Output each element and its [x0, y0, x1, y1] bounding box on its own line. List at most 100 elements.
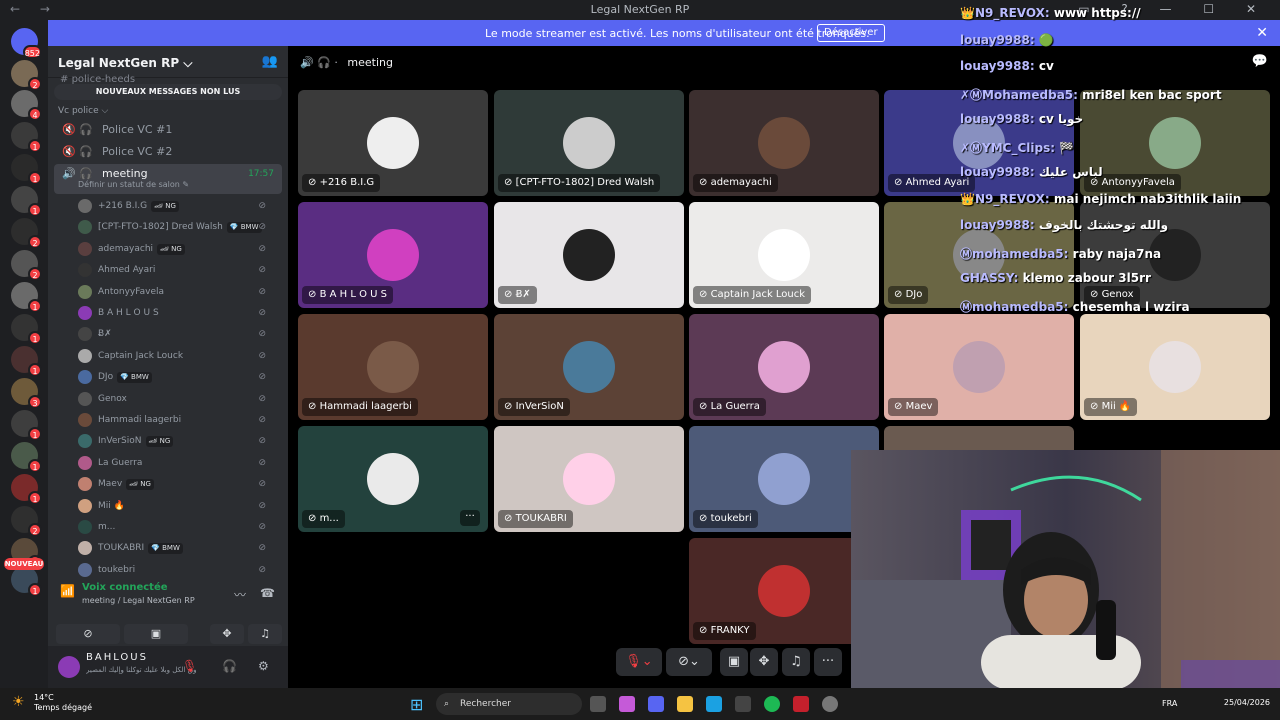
- activities-button[interactable]: ✥: [210, 624, 244, 644]
- server-icon[interactable]: 1: [11, 186, 42, 217]
- server-icon[interactable]: 1: [11, 410, 42, 441]
- server-icon[interactable]: 1: [11, 442, 42, 473]
- windows-start-icon[interactable]: ⊞: [410, 695, 423, 714]
- server-icon[interactable]: 4: [11, 90, 42, 121]
- avatar: [78, 327, 92, 342]
- member-item[interactable]: InVerSioN 🏎 NG ⊘: [78, 431, 278, 451]
- weather-icon[interactable]: ☀: [12, 694, 25, 710]
- speaker-muted-icon: 🔇 🎧: [62, 145, 93, 158]
- avatar: [758, 341, 810, 393]
- spotify-icon[interactable]: [764, 696, 780, 712]
- store-icon[interactable]: [735, 696, 751, 712]
- chat-username: louay9988:: [960, 165, 1035, 179]
- avatar[interactable]: [58, 656, 80, 678]
- mic-muted-icon: ⊘: [308, 513, 320, 524]
- explorer-icon[interactable]: [677, 696, 693, 712]
- soundboard-button[interactable]: ♫: [782, 648, 810, 676]
- member-item[interactable]: Mii 🔥 ⊘: [78, 496, 278, 516]
- camera-off-button[interactable]: ⊘: [56, 624, 120, 644]
- copilot-icon[interactable]: [619, 696, 635, 712]
- windows-taskbar: ☀ 14°C Temps dégagé ⊞ ⌕ Rechercher FRA 2…: [0, 688, 1280, 720]
- member-item[interactable]: B A H L O U S ⊘: [78, 303, 278, 323]
- server-icon[interactable]: 1: [11, 566, 42, 597]
- member-item[interactable]: TOUKABRI 💎 BMW ⊘: [78, 538, 278, 558]
- participant-tile[interactable]: ⊘ B A H L O U S: [298, 202, 488, 308]
- participant-tile[interactable]: ⊘ m... ···: [298, 426, 488, 532]
- server-icon[interactable]: 1: [11, 282, 42, 313]
- mic-muted-icon[interactable]: 🎙: [182, 659, 197, 673]
- participant-tile[interactable]: ⊘ +216 B.I.G: [298, 90, 488, 196]
- language-indicator[interactable]: FRA: [1162, 699, 1177, 708]
- member-item[interactable]: Ƀ✗ ⊘: [78, 324, 278, 344]
- headset-icon[interactable]: 🎧: [222, 659, 237, 673]
- task-view-icon[interactable]: [590, 696, 606, 712]
- member-item[interactable]: toukebri ⊘: [78, 560, 278, 580]
- taskbar-search[interactable]: ⌕ Rechercher: [436, 693, 582, 715]
- share-screen-button[interactable]: ▣: [720, 648, 748, 676]
- member-item[interactable]: DJo 💎 BMW ⊘: [78, 367, 278, 387]
- discord-icon[interactable]: [648, 696, 664, 712]
- category-vc-police[interactable]: Vc police ⌵: [58, 106, 108, 116]
- edge-icon[interactable]: [706, 696, 722, 712]
- server-icon[interactable]: 1: [11, 474, 42, 505]
- gear-icon[interactable]: ⚙: [258, 659, 269, 673]
- member-name: ademayachi: [98, 243, 154, 254]
- participant-tile[interactable]: ⊘ ademayachi: [689, 90, 879, 196]
- more-options-button[interactable]: ···: [814, 648, 842, 676]
- member-item[interactable]: La Guerra ⊘: [78, 453, 278, 473]
- new-servers-pill[interactable]: NOUVEAU: [4, 558, 44, 570]
- taskbar-date[interactable]: 25/04/2026: [1224, 698, 1270, 707]
- soundboard-button[interactable]: ♫: [248, 624, 282, 644]
- obs-icon[interactable]: [822, 696, 838, 712]
- member-item[interactable]: m... ⊘: [78, 517, 278, 537]
- add-member-icon[interactable]: 👥: [262, 54, 278, 69]
- participant-tile[interactable]: ⊘ [CPT-FTO-1802] Dred Walsh: [494, 90, 684, 196]
- voice-location[interactable]: meeting / Legal NextGen RP: [82, 596, 195, 605]
- participant-tile[interactable]: ⊘ La Guerra: [689, 314, 879, 420]
- member-item[interactable]: [CPT-FTO-1802] Dred Walsh 💎 BMW ⊘: [78, 217, 278, 237]
- member-item[interactable]: Captain Jack Louck ⊘: [78, 346, 278, 366]
- server-icon[interactable]: 2: [11, 60, 42, 91]
- participant-tile[interactable]: ⊘ Captain Jack Louck: [689, 202, 879, 308]
- noise-suppression-icon[interactable]: 〰: [234, 586, 246, 603]
- mic-toggle-button[interactable]: 🎙⌄: [616, 648, 662, 676]
- participant-tile[interactable]: ⊘ Mii 🔥: [1080, 314, 1270, 420]
- participant-tile[interactable]: ⊘ Maev: [884, 314, 1074, 420]
- activities-button[interactable]: ✥: [750, 648, 778, 676]
- home-button[interactable]: 852: [11, 28, 42, 59]
- disconnect-icon[interactable]: ☎: [260, 586, 275, 600]
- more-options-icon[interactable]: ···: [460, 510, 480, 526]
- voice-status[interactable]: Voix connectée: [82, 582, 168, 593]
- camera-toggle-button[interactable]: ⊘⌄: [666, 648, 712, 676]
- member-item[interactable]: Genox ⊘: [78, 389, 278, 409]
- new-messages-pill[interactable]: NOUVEAUX MESSAGES NON LUS: [54, 84, 282, 100]
- member-item[interactable]: AntonyyFavela ⊘: [78, 282, 278, 302]
- voice-channel-meeting[interactable]: 🔊 🎧 meeting 17:57 Définir un statut de s…: [54, 164, 282, 194]
- member-item[interactable]: Hammadi laagerbi ⊘: [78, 410, 278, 430]
- server-icon[interactable]: 2: [11, 506, 42, 537]
- disable-streamer-button[interactable]: Désactiver: [817, 24, 885, 42]
- member-item[interactable]: +216 B.I.G 🏎 NG ⊘: [78, 196, 278, 216]
- server-icon[interactable]: 1: [11, 346, 42, 377]
- voice-channel-police-2[interactable]: 🔇 🎧 Police VC #2: [54, 142, 282, 162]
- participant-tile[interactable]: ⊘ InVerSioN: [494, 314, 684, 420]
- server-icon[interactable]: 2: [11, 218, 42, 249]
- server-icon[interactable]: 1: [11, 314, 42, 345]
- member-item[interactable]: ademayachi 🏎 NG ⊘: [78, 239, 278, 259]
- server-icon[interactable]: 2: [11, 250, 42, 281]
- set-channel-status[interactable]: Définir un statut de salon ✎: [78, 179, 189, 191]
- voice-channel-police-1[interactable]: 🔇 🎧 Police VC #1: [54, 120, 282, 140]
- acrobat-icon[interactable]: [793, 696, 809, 712]
- member-item[interactable]: Maev 🏎 NG ⊘: [78, 474, 278, 494]
- weather-widget[interactable]: 14°C Temps dégagé: [34, 693, 92, 713]
- server-icon[interactable]: 1: [11, 154, 42, 185]
- participant-tile[interactable]: ⊘ TOUKABRI: [494, 426, 684, 532]
- participant-tile[interactable]: ⊘ Hammadi laagerbi: [298, 314, 488, 420]
- camera-off-icon: ⊘: [258, 350, 266, 361]
- avatar: [563, 341, 615, 393]
- member-item[interactable]: Ahmed Ayari ⊘: [78, 260, 278, 280]
- server-icon[interactable]: 3: [11, 378, 42, 409]
- participant-tile[interactable]: ⊘ Ƀ✗: [494, 202, 684, 308]
- user-panel[interactable]: BAHLOUS ربنا فوق الكل وبلا عليك توكلنا و…: [48, 646, 288, 688]
- server-icon[interactable]: 1: [11, 122, 42, 153]
